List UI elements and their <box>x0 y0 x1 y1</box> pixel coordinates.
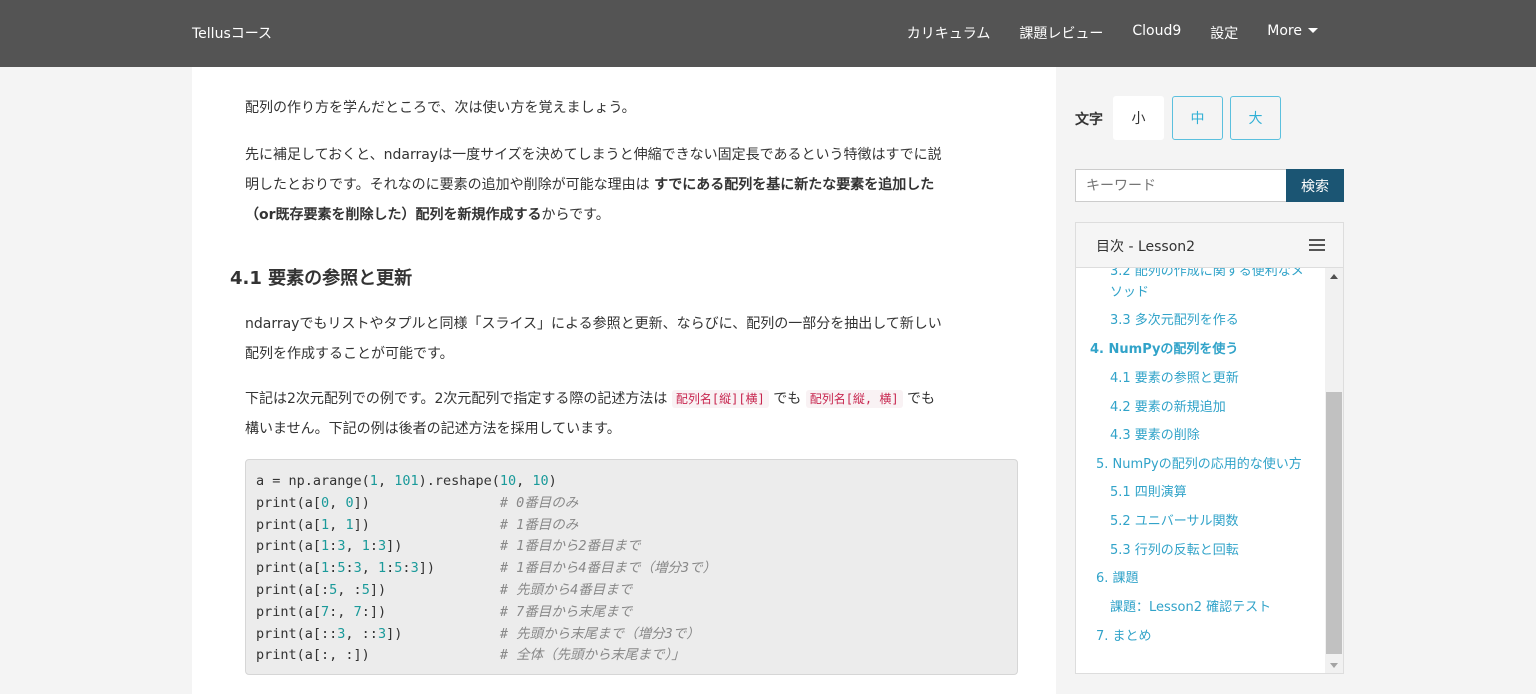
scroll-down-arrow-icon[interactable] <box>1330 663 1338 668</box>
code-line: print(a[1:5:3, 1:5:3]) # 1番目から4番目まで（増分3で… <box>256 558 1007 580</box>
code-text: print(a[1:3, 1:3]) <box>256 538 403 555</box>
code-text: print(a[7:, 7:]) <box>256 603 387 620</box>
paragraph-bold: すでにある配列を基に新たな要素を追加した <box>654 177 935 193</box>
code-line: print(a[1, 1]) # 1番目のみ <box>256 515 1007 537</box>
paragraph-text: 構いません。下記の例は後者の記述方法を採用しています。 <box>245 421 621 437</box>
code-text: print(a[1, 1]) <box>256 516 370 533</box>
font-medium-button[interactable]: 中 <box>1172 96 1223 140</box>
toc-item[interactable]: 4.3 要素の削除 <box>1110 425 1200 446</box>
font-size-label: 文字 <box>1075 112 1103 128</box>
nav-item-settings[interactable]: 設定 <box>1210 23 1238 43</box>
code-text: print(a[0, 0]) <box>256 494 370 511</box>
toc-item[interactable]: ソッド <box>1110 282 1149 303</box>
paragraph-intro: 配列の作り方を学んだところで、次は使い方を覚えましょう。 <box>245 100 636 116</box>
toc-item[interactable]: 7. まとめ <box>1096 626 1152 647</box>
toc-list: 3.2 配列の作成に関する便利なメ ソッド 3.3 多次元配列を作る 4. Nu… <box>1076 268 1326 673</box>
paragraph-bold: （or既存要素を削除した）配列を新規作成する <box>245 207 542 223</box>
code-comment: # 先頭から4番目まで <box>499 581 633 598</box>
toc-scrollbar[interactable] <box>1325 268 1343 673</box>
search-button[interactable]: 検索 <box>1286 169 1344 202</box>
toc-item-active[interactable]: 4. NumPyの配列を使う <box>1090 339 1238 360</box>
menu-icon[interactable] <box>1309 239 1325 251</box>
toc-item[interactable]: 5.1 四則演算 <box>1110 482 1187 503</box>
toc-item[interactable]: 3.3 多次元配列を作る <box>1110 310 1239 331</box>
code-line: a = np.arange(1, 101).reshape(10, 10) <box>256 471 1007 493</box>
more-label: More <box>1267 23 1302 39</box>
code-comment: # 0番目のみ <box>499 494 579 511</box>
paragraph-text: ndarrayでもリストやタプルと同様「スライス」による参照と更新、ならびに、配… <box>245 316 942 332</box>
nav-item-curriculum[interactable]: カリキュラム <box>907 23 991 43</box>
code-line: print(a[:, :]) # 全体（先頭から末尾まで）」 <box>256 645 1007 667</box>
toc-header: 目次 - Lesson2 <box>1076 223 1343 268</box>
keyword-search-input[interactable] <box>1075 169 1287 202</box>
paragraph-text: 配列を作成することが可能です。 <box>245 346 454 362</box>
table-of-contents: 目次 - Lesson2 3.2 配列の作成に関する便利なメ ソッド 3.3 多… <box>1075 222 1344 674</box>
toc-item[interactable]: 5. NumPyの配列の応用的な使い方 <box>1096 454 1302 475</box>
toc-item[interactable]: 課題：Lesson2 確認テスト <box>1110 597 1271 618</box>
code-text: a = np.arange(1, 101).reshape(10, 10) <box>256 473 557 489</box>
code-comment: # 1番目のみ <box>499 516 579 533</box>
code-comment: # 1番目から2番目まで <box>499 538 641 555</box>
code-text: print(a[1:5:3, 1:5:3]) <box>256 560 435 577</box>
code-text: print(a[::3, ::3]) <box>256 625 403 642</box>
toc-item[interactable]: 6. 課題 <box>1096 568 1139 589</box>
toc-item[interactable]: 4.2 要素の新規追加 <box>1110 397 1226 418</box>
font-small-button[interactable]: 小 <box>1113 96 1164 140</box>
code-comment: # 1番目から4番目まで（増分3で） <box>500 560 717 577</box>
nav-item-review[interactable]: 課題レビュー <box>1019 23 1103 43</box>
caret-down-icon <box>1308 28 1318 33</box>
paragraph-text: からです。 <box>541 207 610 223</box>
code-line: print(a[::3, ::3]) # 先頭から末尾まで（増分3で） <box>256 624 1007 646</box>
paragraph-text: 明したとおりです。それなのに要素の追加や削除が可能な理由は <box>245 177 655 193</box>
toc-item[interactable]: 5.2 ユニバーサル関数 <box>1110 511 1239 532</box>
nav-item-cloud9[interactable]: Cloud9 <box>1132 23 1181 43</box>
code-block[interactable]: a = np.arange(1, 101).reshape(10, 10) pri… <box>245 459 1018 675</box>
paragraph-text: でも <box>768 391 806 407</box>
paragraph-text: 先に補足しておくと、ndarrayは一度サイズを決めてしまうと伸縮できない固定長… <box>245 147 942 163</box>
code-text: print(a[:, :]) <box>256 647 370 664</box>
inline-code: 配列名[縦, 横] <box>805 390 903 408</box>
scroll-up-arrow-icon[interactable] <box>1330 274 1338 279</box>
code-line: print(a[1:3, 1:3]) # 1番目から2番目まで <box>256 536 1007 558</box>
section-heading: 4.1 要素の参照と更新 <box>230 268 413 289</box>
article-content: 配列の作り方を学んだところで、次は使い方を覚えましょう。 先に補足しておくと、n… <box>192 67 1056 694</box>
top-navbar: Tellusコース カリキュラム 課題レビュー Cloud9 設定 More <box>0 0 1536 67</box>
toc-title: 目次 - Lesson2 <box>1096 239 1196 255</box>
toc-item[interactable]: 5.3 行列の反転と回転 <box>1110 540 1239 561</box>
paragraph-example: 下記は2次元配列での例です。2次元配列で指定する際の記述方法は 配列名[縦][横… <box>245 384 1015 444</box>
nav-menu: カリキュラム 課題レビュー Cloud9 設定 More <box>878 23 1318 43</box>
code-line: print(a[7:, 7:]) # 7番目から末尾まで <box>256 602 1007 624</box>
paragraph-text: 下記は2次元配列での例です。2次元配列で指定する際の記述方法は <box>245 391 672 407</box>
code-comment: # 全体（先頭から末尾まで）」 <box>499 647 685 664</box>
inline-code: 配列名[縦][横] <box>671 390 769 408</box>
code-text: print(a[:5, :5]) <box>256 581 387 598</box>
scrollbar-thumb[interactable] <box>1326 392 1342 654</box>
nav-item-more[interactable]: More <box>1267 23 1318 43</box>
code-comment: # 先頭から末尾まで（増分3で） <box>499 625 700 642</box>
font-large-button[interactable]: 大 <box>1230 96 1281 140</box>
paragraph-text: でも <box>902 391 936 407</box>
code-line: print(a[0, 0]) # 0番目のみ <box>256 493 1007 515</box>
code-line: print(a[:5, :5]) # 先頭から4番目まで <box>256 580 1007 602</box>
brand-link[interactable]: Tellusコース <box>192 23 272 43</box>
paragraph-supplement: 先に補足しておくと、ndarrayは一度サイズを決めてしまうと伸縮できない固定長… <box>245 140 1015 230</box>
toc-item[interactable]: 4.1 要素の参照と更新 <box>1110 368 1239 389</box>
toc-item[interactable]: 3.2 配列の作成に関する便利なメ <box>1110 268 1304 282</box>
paragraph-slice: ndarrayでもリストやタプルと同様「スライス」による参照と更新、ならびに、配… <box>245 309 1015 369</box>
code-comment: # 7番目から末尾まで <box>499 603 633 620</box>
